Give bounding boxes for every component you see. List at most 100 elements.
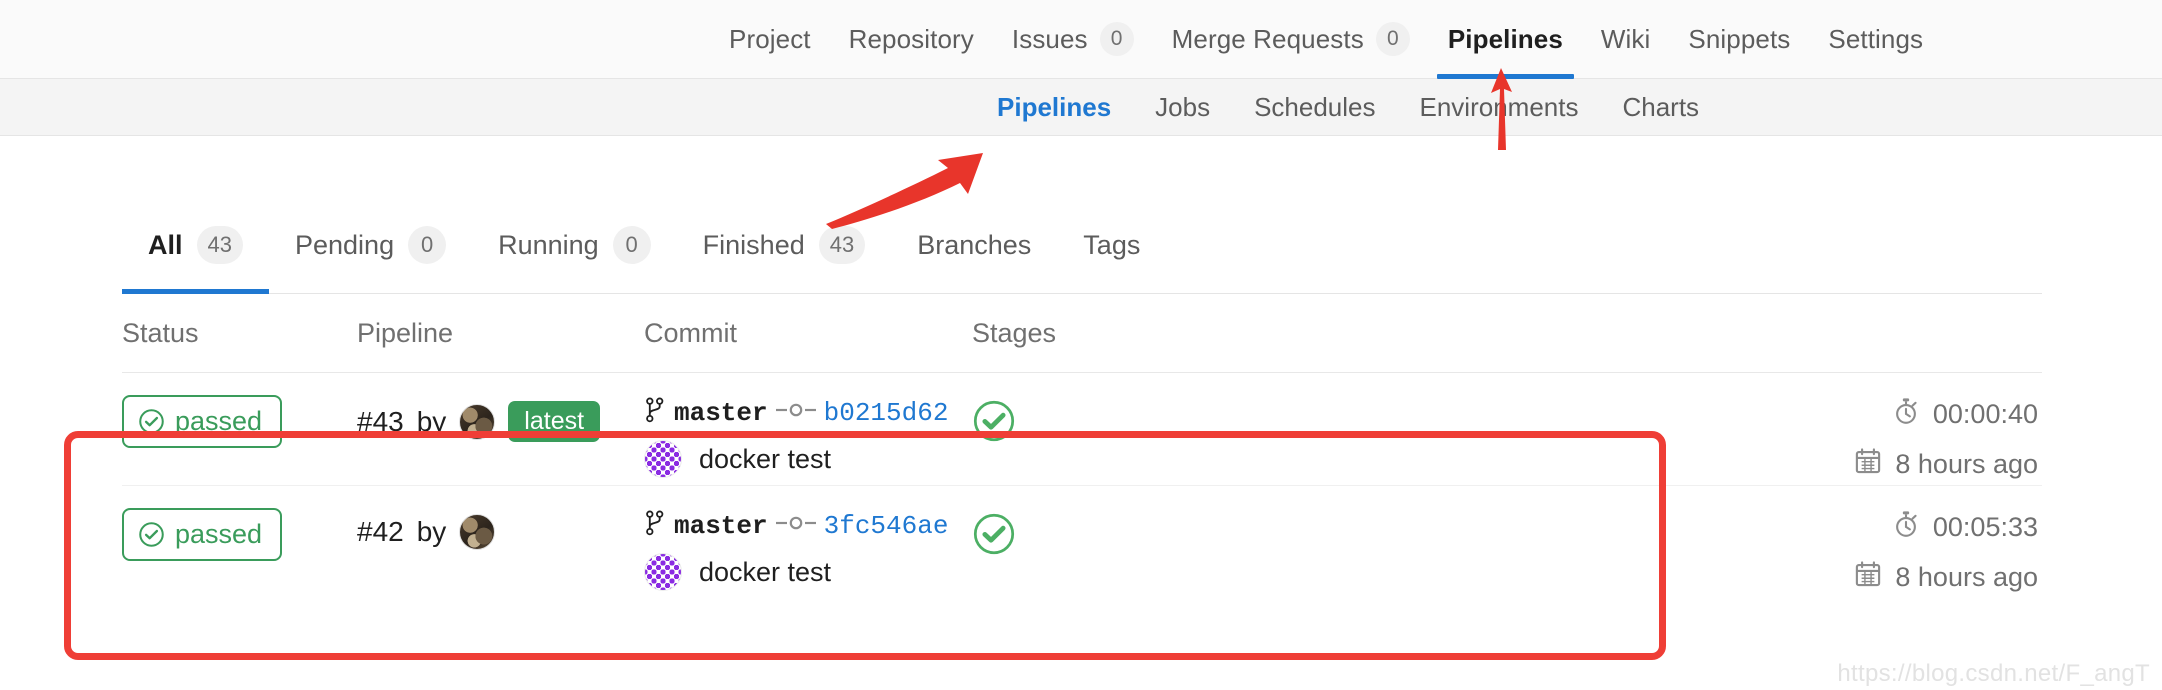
top-nav-label: Merge Requests — [1171, 23, 1364, 54]
top-nav-item-wiki[interactable]: Wiki — [1582, 0, 1670, 79]
stage-status-passed-icon[interactable] — [972, 400, 1016, 447]
top-nav-item-snippets[interactable]: Snippets — [1669, 0, 1809, 79]
sub-nav-item-pipelines[interactable]: Pipelines — [975, 92, 1133, 123]
row-stages-cell — [972, 395, 1272, 448]
filter-tab-finished[interactable]: Finished 43 — [677, 197, 892, 293]
commit-title-link[interactable]: docker test — [699, 444, 831, 475]
status-badge-label: passed — [175, 406, 263, 436]
check-circle-icon — [138, 521, 165, 548]
filter-tab-list: All 43 Pending 0 Running 0 Finished 43 B… — [122, 198, 2042, 294]
timestamp-value: 8 hours ago — [1895, 449, 2038, 479]
top-nav-label: Repository — [848, 23, 974, 54]
status-badge-passed[interactable]: passed — [122, 395, 283, 448]
top-nav-item-merge-requests[interactable]: Merge Requests 0 — [1153, 0, 1429, 79]
commit-sha-link[interactable]: 3fc546ae — [824, 511, 949, 541]
row-pipeline-cell: #43 by latest — [357, 395, 644, 442]
stopwatch-icon — [1893, 510, 1919, 545]
table-header-row: Status Pipeline Commit Stages — [122, 295, 2042, 373]
column-header-pipeline: Pipeline — [357, 318, 454, 348]
row-status-cell: passed — [122, 508, 357, 561]
sub-nav-item-charts[interactable]: Charts — [1600, 92, 1721, 123]
avatar[interactable] — [459, 403, 496, 440]
filter-tab-pending[interactable]: Pending 0 — [269, 197, 472, 293]
calendar-icon — [1855, 448, 1881, 481]
commit-message-line: docker test — [644, 440, 972, 478]
duration-value: 00:05:33 — [1932, 512, 2038, 542]
top-nav-label: Pipelines — [1447, 23, 1563, 54]
row-commit-cell: master b0215d62 docker test — [644, 395, 972, 478]
commit-title-link[interactable]: docker test — [699, 557, 831, 588]
pipeline-id-link[interactable]: #42 — [357, 516, 404, 548]
latest-badge[interactable]: latest — [508, 401, 601, 442]
filter-tab-count: 0 — [408, 226, 447, 264]
branch-icon — [644, 397, 666, 428]
filter-tab-tags[interactable]: Tags — [1057, 197, 1166, 293]
stage-status-passed-icon[interactable] — [972, 513, 1016, 560]
branch-name-link[interactable]: master — [674, 511, 768, 541]
sub-nav-item-list: Pipelines Jobs Schedules Environments Ch… — [975, 92, 1721, 123]
commit-icon — [775, 514, 816, 537]
commit-branch-line: master b0215d62 — [644, 397, 972, 428]
pipelines-table: Status Pipeline Commit Stages passed #43… — [122, 295, 2042, 597]
duration-value: 00:00:40 — [1932, 399, 2038, 429]
row-meta-cell: 00:00:40 8 hours ago — [1272, 395, 2042, 481]
top-nav-item-repository[interactable]: Repository — [830, 0, 993, 79]
status-badge-passed[interactable]: passed — [122, 508, 283, 561]
row-commit-cell: master 3fc546ae docker test — [644, 508, 972, 591]
sub-nav-item-environments[interactable]: Environments — [1398, 92, 1601, 123]
pipeline-by-label: by — [416, 405, 447, 437]
filter-tab-label: Tags — [1083, 229, 1141, 260]
top-nav-label: Snippets — [1688, 23, 1791, 54]
filter-tab-label: Finished — [702, 229, 805, 260]
filter-tab-label: Running — [498, 229, 599, 260]
row-pipeline-cell: #42 by — [357, 508, 644, 550]
row-status-cell: passed — [122, 395, 357, 448]
top-nav-label: Project — [729, 23, 811, 54]
filter-tab-label: Branches — [917, 229, 1032, 260]
commit-branch-line: master 3fc546ae — [644, 510, 972, 541]
pipelines-sub-nav: Pipelines Jobs Schedules Environments Ch… — [0, 79, 2162, 136]
commit-sha-link[interactable]: b0215d62 — [824, 398, 949, 428]
top-nav-item-project[interactable]: Project — [710, 0, 830, 79]
top-nav-label: Issues — [1011, 23, 1088, 54]
column-header-status: Status — [122, 318, 199, 348]
sub-nav-item-schedules[interactable]: Schedules — [1232, 92, 1397, 123]
filter-tab-label: Pending — [295, 229, 395, 260]
check-circle-icon — [138, 408, 165, 435]
project-top-nav: Project Repository Issues 0 Merge Reques… — [0, 0, 2162, 79]
top-nav-item-pipelines[interactable]: Pipelines — [1429, 0, 1582, 79]
filter-tab-count: 0 — [612, 226, 651, 264]
stopwatch-icon — [1893, 397, 1919, 432]
filter-tab-running[interactable]: Running 0 — [472, 197, 677, 293]
watermark-text: https://blog.csdn.net/F_angT — [1837, 660, 2150, 687]
pipeline-id-link[interactable]: #43 — [357, 406, 404, 438]
avatar[interactable] — [459, 514, 496, 550]
timestamp-value: 8 hours ago — [1895, 562, 2038, 592]
filter-tab-all[interactable]: All 43 — [122, 197, 269, 294]
branch-icon — [644, 510, 666, 541]
table-row[interactable]: passed #43 by latest master b0215d62 doc… — [122, 373, 2042, 485]
table-row[interactable]: passed #42 by master 3fc546ae docker tes… — [122, 485, 2042, 597]
pipeline-filter-tabs: All 43 Pending 0 Running 0 Finished 43 B… — [0, 137, 2162, 294]
top-nav-label: Wiki — [1600, 23, 1651, 54]
row-stages-cell — [972, 508, 1272, 561]
merge-requests-count-badge: 0 — [1375, 22, 1410, 56]
column-header-commit: Commit — [644, 318, 737, 348]
top-nav-item-issues[interactable]: Issues 0 — [993, 0, 1153, 79]
issues-count-badge: 0 — [1099, 22, 1134, 56]
column-header-stages: Stages — [972, 318, 1057, 348]
identicon-avatar[interactable] — [644, 440, 682, 478]
sub-nav-item-jobs[interactable]: Jobs — [1133, 92, 1232, 123]
branch-name-link[interactable]: master — [674, 398, 768, 428]
filter-tab-label: All — [148, 229, 183, 260]
commit-message-line: docker test — [644, 553, 972, 591]
top-nav-label: Settings — [1828, 23, 1924, 54]
pipeline-by-label: by — [416, 516, 447, 547]
commit-icon — [775, 401, 816, 424]
filter-tab-branches[interactable]: Branches — [891, 197, 1057, 293]
top-nav-item-list: Project Repository Issues 0 Merge Reques… — [710, 0, 1942, 79]
status-badge-label: passed — [175, 519, 263, 549]
identicon-avatar[interactable] — [644, 553, 682, 591]
top-nav-item-settings[interactable]: Settings — [1809, 0, 1942, 79]
row-meta-cell: 00:05:33 8 hours ago — [1272, 508, 2042, 594]
